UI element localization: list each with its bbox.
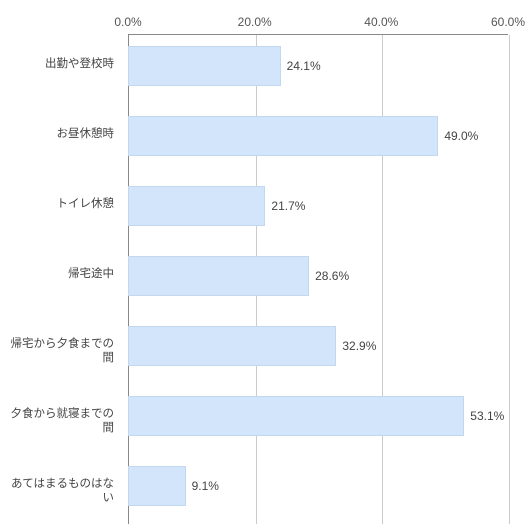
value-label: 53.1% (464, 396, 504, 436)
horizontal-bar-chart: 0.0% 20.0% 40.0% 60.0% 出勤や登校時 24.1% お昼休憩時 4… (0, 0, 529, 527)
bar (128, 326, 336, 366)
category-label: お昼休憩時 (0, 128, 120, 142)
category-label: あてはまるものはない (0, 478, 120, 506)
gridline (382, 35, 383, 524)
value-label: 21.7% (265, 186, 305, 226)
category-label: 帰宅から夕食までの間 (0, 338, 120, 366)
bar (128, 396, 464, 436)
x-tick-0: 0.0% (98, 10, 158, 34)
category-label: トイレ休憩 (0, 198, 120, 212)
category-label: 帰宅途中 (0, 268, 120, 282)
category-label: 夕食から就寝までの間 (0, 408, 120, 436)
value-label: 28.6% (309, 256, 349, 296)
value-label: 24.1% (281, 46, 321, 86)
gridline (509, 35, 510, 524)
bar (128, 116, 438, 156)
x-tick-1: 20.0% (225, 10, 285, 34)
bar (128, 186, 265, 226)
value-label: 49.0% (438, 116, 478, 156)
value-label: 9.1% (186, 466, 219, 506)
category-label: 出勤や登校時 (0, 58, 120, 72)
x-tick-2: 40.0% (351, 10, 411, 34)
bar (128, 46, 281, 86)
bar (128, 256, 309, 296)
x-tick-3: 60.0% (478, 10, 529, 34)
bar (128, 466, 186, 506)
value-label: 32.9% (336, 326, 376, 366)
